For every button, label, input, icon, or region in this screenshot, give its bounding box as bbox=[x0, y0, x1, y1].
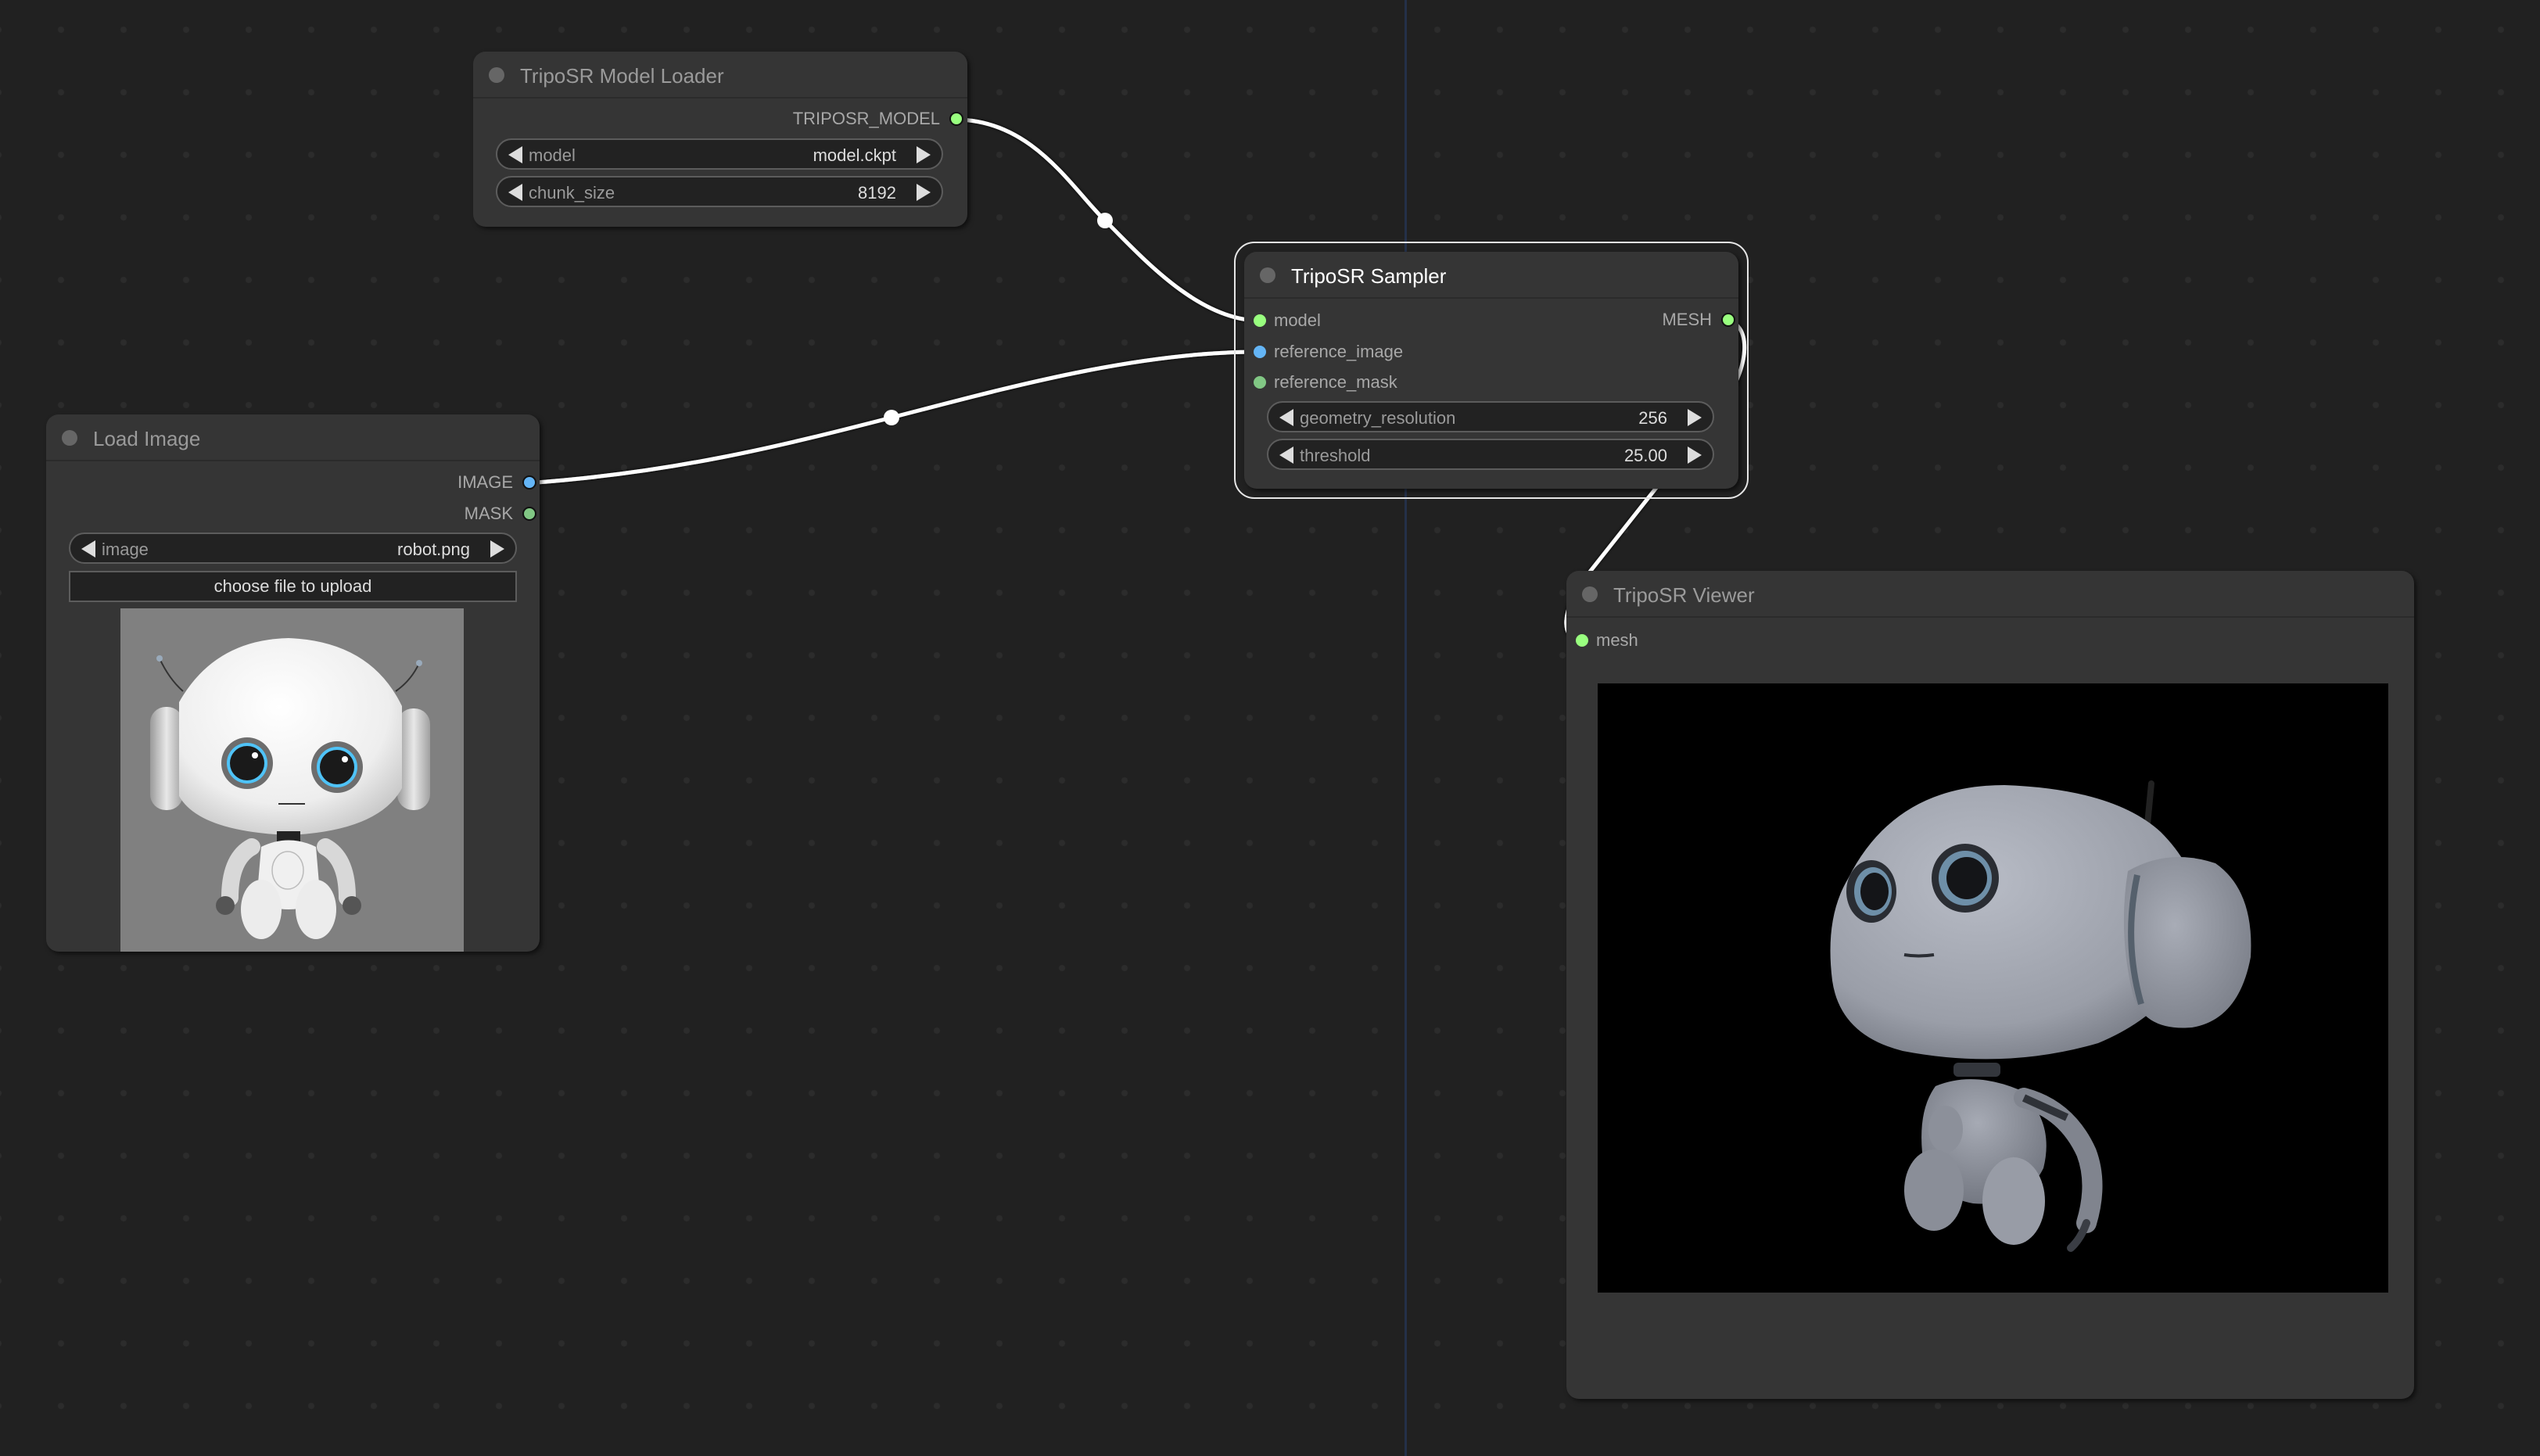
output-slot-mask[interactable]: MASK bbox=[380, 504, 536, 527]
slot-dot-icon[interactable] bbox=[1254, 376, 1266, 389]
node-triposr-viewer[interactable]: TripoSR Viewer mesh bbox=[1566, 571, 2414, 1399]
increment-arrow-icon[interactable] bbox=[917, 146, 931, 163]
slot-label: IMAGE bbox=[457, 472, 513, 492]
decrement-arrow-icon[interactable] bbox=[1279, 409, 1293, 426]
widget-chunk-size[interactable]: chunk_size 8192 bbox=[496, 176, 943, 207]
node-title-bar[interactable]: TripoSR Model Loader bbox=[473, 52, 967, 99]
slot-dot-icon[interactable] bbox=[1254, 314, 1266, 327]
decrement-arrow-icon[interactable] bbox=[508, 184, 522, 201]
node-title: TripoSR Model Loader bbox=[520, 64, 724, 88]
input-slot-mesh[interactable]: mesh bbox=[1576, 630, 1732, 654]
slot-dot-icon[interactable] bbox=[949, 112, 963, 126]
robot-preview-image bbox=[150, 638, 430, 939]
node-title: Load Image bbox=[93, 427, 201, 450]
canvas-divider-line bbox=[1405, 0, 1407, 1456]
collapse-dot-icon[interactable] bbox=[62, 430, 77, 446]
widget-label: image bbox=[102, 540, 149, 559]
slot-dot-icon[interactable] bbox=[1254, 346, 1266, 358]
output-slot-mesh[interactable]: MESH bbox=[1579, 310, 1735, 333]
increment-arrow-icon[interactable] bbox=[1688, 446, 1702, 464]
increment-arrow-icon[interactable] bbox=[1688, 409, 1702, 426]
node-title: TripoSR Viewer bbox=[1613, 583, 1755, 607]
node-title-bar[interactable]: Load Image bbox=[46, 414, 540, 461]
decrement-arrow-icon[interactable] bbox=[508, 146, 522, 163]
widget-label: model bbox=[529, 145, 576, 165]
widget-image[interactable]: image robot.png bbox=[69, 533, 517, 564]
slot-label: reference_image bbox=[1274, 342, 1404, 361]
slot-label: reference_mask bbox=[1274, 372, 1397, 392]
slot-label: MESH bbox=[1662, 310, 1712, 329]
image-preview bbox=[120, 608, 464, 952]
slot-dot-icon[interactable] bbox=[522, 475, 536, 490]
slot-dot-icon[interactable] bbox=[522, 507, 536, 521]
widget-value[interactable]: 256 bbox=[1638, 408, 1667, 429]
3d-mesh-viewport[interactable] bbox=[1598, 683, 2388, 1293]
slot-label: model bbox=[1274, 310, 1321, 330]
collapse-dot-icon[interactable] bbox=[1582, 586, 1598, 602]
slot-dot-icon[interactable] bbox=[1721, 313, 1735, 327]
widget-model[interactable]: model model.ckpt bbox=[496, 138, 943, 170]
choose-file-upload-button[interactable]: choose file to upload bbox=[69, 571, 517, 602]
increment-arrow-icon[interactable] bbox=[917, 184, 931, 201]
input-slot-model[interactable]: model bbox=[1254, 310, 1488, 334]
widget-threshold[interactable]: threshold 25.00 bbox=[1267, 439, 1714, 470]
decrement-arrow-icon[interactable] bbox=[1279, 446, 1293, 464]
widget-value[interactable]: 8192 bbox=[858, 183, 896, 203]
slot-label: mesh bbox=[1596, 630, 1638, 650]
increment-arrow-icon[interactable] bbox=[490, 540, 504, 558]
collapse-dot-icon[interactable] bbox=[1260, 267, 1275, 283]
node-triposr-sampler[interactable]: TripoSR Sampler model reference_image re… bbox=[1244, 252, 1738, 489]
widget-label: threshold bbox=[1300, 446, 1371, 465]
node-triposr-model-loader[interactable]: TripoSR Model Loader TRIPOSR_MODEL model… bbox=[473, 52, 967, 227]
slot-label: TRIPOSR_MODEL bbox=[792, 109, 940, 128]
widget-value[interactable]: 25.00 bbox=[1624, 446, 1667, 466]
output-slot-triposr-model[interactable]: TRIPOSR_MODEL bbox=[729, 109, 963, 132]
node-title-bar[interactable]: TripoSR Viewer bbox=[1566, 571, 2414, 618]
node-title-bar[interactable]: TripoSR Sampler bbox=[1244, 252, 1738, 299]
widget-geometry-resolution[interactable]: geometry_resolution 256 bbox=[1267, 401, 1714, 432]
widget-label: geometry_resolution bbox=[1300, 408, 1456, 428]
node-title: TripoSR Sampler bbox=[1291, 264, 1447, 288]
decrement-arrow-icon[interactable] bbox=[81, 540, 95, 558]
widget-value[interactable]: robot.png bbox=[397, 540, 470, 560]
slot-label: MASK bbox=[464, 504, 513, 523]
node-load-image[interactable]: Load Image IMAGE MASK image robot.png ch… bbox=[46, 414, 540, 952]
output-slot-image[interactable]: IMAGE bbox=[380, 472, 536, 496]
input-slot-reference-mask[interactable]: reference_mask bbox=[1254, 372, 1488, 396]
slot-dot-icon[interactable] bbox=[1576, 634, 1588, 647]
widget-label: chunk_size bbox=[529, 183, 615, 203]
input-slot-reference-image[interactable]: reference_image bbox=[1254, 342, 1488, 365]
widget-value[interactable]: model.ckpt bbox=[813, 145, 896, 166]
collapse-dot-icon[interactable] bbox=[489, 67, 504, 83]
robot-mesh-render bbox=[1830, 780, 2251, 1252]
